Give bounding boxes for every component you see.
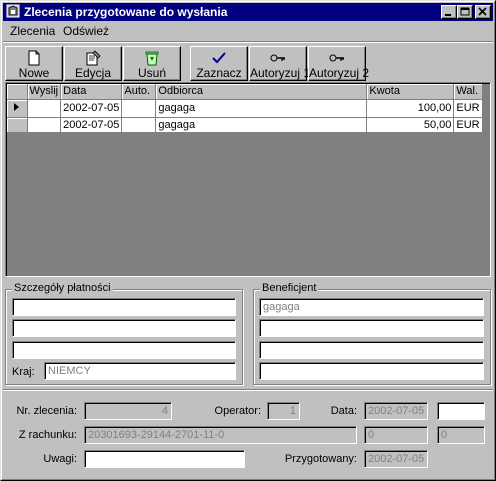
cell-kwota[interactable]: 100,00 (366, 99, 455, 118)
new-document-icon (28, 50, 40, 66)
menu-odswiez[interactable]: Odśwież (63, 24, 109, 38)
przygotowany-field[interactable]: 2002-07-05 (364, 450, 428, 468)
uwagi-field[interactable] (84, 450, 245, 468)
cell-wyslij[interactable] (27, 117, 62, 133)
close-icon (478, 7, 487, 16)
key-icon (270, 54, 285, 62)
autoryzuj1-label: Autoryzuj 1 (250, 66, 311, 80)
menu-separator (3, 41, 493, 43)
nowe-label: Nowe (18, 66, 50, 80)
checkmark-icon (212, 52, 226, 64)
grid-area: Wyslij Data Auto. Odbiorca Kwota Wal. 20… (6, 83, 490, 276)
beneficiary-line3[interactable] (259, 341, 484, 359)
column-header[interactable]: Wal. (453, 84, 483, 100)
cell-kwota[interactable]: 50,00 (366, 117, 455, 133)
minimize-icon (445, 14, 451, 16)
uwagi-label: Uwagi: (43, 453, 77, 465)
recycle-bin-icon (145, 51, 159, 66)
przygotowany-label: Przygotowany: (284, 453, 357, 465)
data-field[interactable]: 2002-07-05 (364, 402, 428, 420)
payment-details-line1[interactable] (12, 298, 236, 316)
orders-table: Wyslij Data Auto. Odbiorca Kwota Wal. 20… (7, 84, 483, 133)
beneficiary-line1[interactable]: gagaga (259, 298, 484, 316)
column-header[interactable]: Odbiorca (155, 84, 368, 100)
kraj-field[interactable]: NIEMCY (44, 362, 236, 380)
autoryzuj1-button[interactable]: Autoryzuj 1 (249, 46, 311, 81)
edit-document-icon (86, 50, 101, 66)
nr-zlecenia-label: Nr. zlecenia: (16, 405, 77, 417)
maximize-icon (460, 7, 470, 16)
data-label: Data: (330, 405, 357, 417)
table-row[interactable]: 2002-07-05 gagaga 100,00 EUR (7, 99, 483, 118)
edycja-button[interactable]: Edycja (64, 46, 122, 81)
beneficiary-line2[interactable] (259, 319, 484, 337)
key-icon (329, 54, 344, 62)
payment-details-title: Szczegóły płatności (12, 282, 113, 294)
cell-wyslij[interactable] (27, 99, 62, 118)
table-row[interactable]: 2002-07-05 gagaga 50,00 EUR (7, 117, 483, 133)
usun-label: Usuń (137, 66, 166, 80)
autoryzuj2-label: Autoryzuj 2 (309, 66, 370, 80)
cell-auto[interactable] (121, 117, 157, 133)
column-header[interactable]: Data (60, 84, 123, 100)
rachunek-field[interactable]: 20301693-29144-2701-11-0 (84, 426, 357, 444)
rachunek-extra2-field[interactable]: 0 (437, 426, 485, 444)
rachunek-label: Z rachunku: (18, 429, 77, 441)
title-bar[interactable]: Zlecenia przygotowane do wysłania (3, 3, 493, 21)
payment-details-line3[interactable] (12, 341, 236, 359)
row-indicator[interactable] (7, 99, 28, 118)
column-header[interactable]: Auto. (121, 84, 157, 100)
beneficiary-title: Beneficjent (260, 282, 319, 294)
nowe-button[interactable]: Nowe (5, 46, 63, 81)
operator-field[interactable]: 1 (267, 402, 300, 420)
nr-zlecenia-field[interactable]: 4 (84, 402, 172, 420)
operator-label: Operator: (214, 405, 261, 417)
beneficiary-line4[interactable] (259, 362, 484, 380)
close-button[interactable] (475, 5, 491, 19)
cell-wal[interactable]: EUR (453, 117, 483, 133)
row-indicator[interactable] (7, 117, 28, 133)
orders-grid[interactable]: Wyslij Data Auto. Odbiorca Kwota Wal. 20… (5, 82, 491, 277)
cell-data[interactable]: 2002-07-05 (60, 99, 123, 118)
window-title: Zlecenia przygotowane do wysłania (24, 5, 228, 19)
column-header[interactable]: Kwota (366, 84, 455, 100)
kraj-label: Kraj: (12, 366, 35, 378)
app-icon (6, 4, 20, 18)
cell-auto[interactable] (121, 99, 157, 118)
zaznacz-label: Zaznacz (196, 66, 242, 80)
cell-odbiorca[interactable]: gagaga (155, 99, 368, 118)
autoryzuj2-button[interactable]: Autoryzuj 2 (308, 46, 370, 81)
footer-separator (3, 389, 493, 391)
usun-button[interactable]: Usuń (123, 46, 181, 81)
edycja-label: Edycja (74, 66, 112, 80)
rachunek-extra1-field[interactable]: 0 (364, 426, 428, 444)
column-header[interactable]: Wyslij (27, 84, 62, 100)
header-indicator-cell (7, 84, 28, 100)
menu-zlecenia[interactable]: Zlecenia (10, 24, 55, 38)
cell-odbiorca[interactable]: gagaga (155, 117, 368, 133)
zaznacz-button[interactable]: Zaznacz (190, 46, 248, 81)
main-window: Zlecenia przygotowane do wysłania Zlecen… (0, 0, 496, 481)
table-header-row: Wyslij Data Auto. Odbiorca Kwota Wal. (7, 84, 483, 100)
cell-data[interactable]: 2002-07-05 (60, 117, 123, 133)
cell-wal[interactable]: EUR (453, 99, 483, 118)
minimize-button[interactable] (441, 5, 457, 19)
current-row-arrow-icon (14, 102, 19, 111)
data-extra-field[interactable] (437, 402, 485, 420)
payment-details-line2[interactable] (12, 319, 236, 337)
maximize-button[interactable] (457, 5, 473, 19)
